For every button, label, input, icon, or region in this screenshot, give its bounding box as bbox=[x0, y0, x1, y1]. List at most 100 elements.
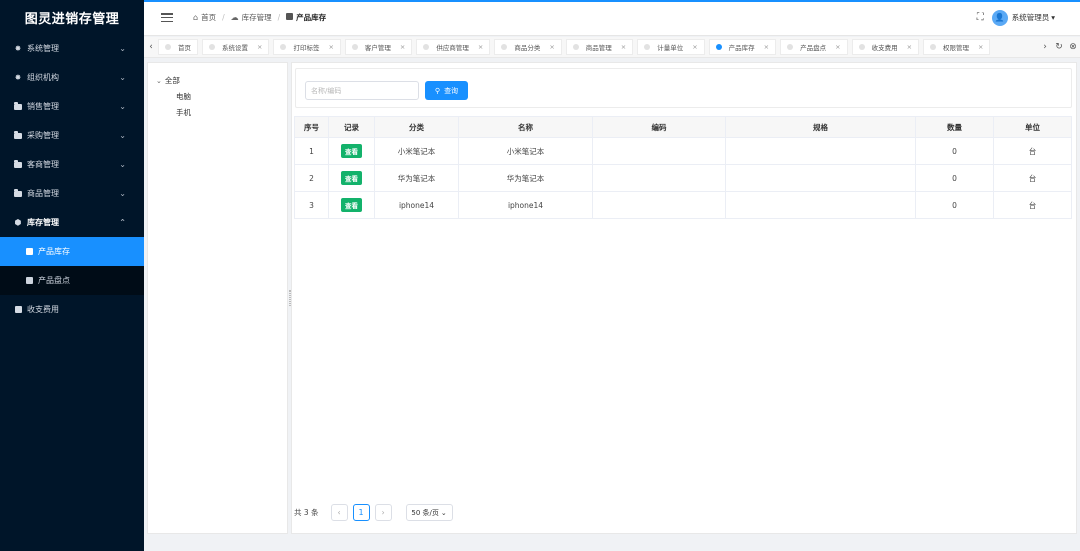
close-icon[interactable]: × bbox=[835, 43, 840, 51]
cell-unit: 台 bbox=[993, 191, 1072, 219]
tab-item[interactable]: 产品库存 × bbox=[708, 39, 777, 55]
close-icon[interactable]: × bbox=[907, 43, 912, 51]
sidebar-item-expenses[interactable]: 收支费用 bbox=[0, 295, 144, 324]
cell-name: 小米笔记本 bbox=[458, 137, 593, 165]
sidebar-subitem-product-stock[interactable]: 产品库存 bbox=[0, 237, 144, 266]
document-icon bbox=[286, 13, 294, 22]
stock-table: 序号 记录 分类 名称 编码 规格 数量 单位 1 查看 小米笔记本 小米笔记本… bbox=[294, 116, 1072, 219]
sidebar-item-sales[interactable]: 销售管理 ⌄ bbox=[0, 92, 144, 121]
tab-item[interactable]: 商品管理 × bbox=[565, 39, 634, 55]
close-icon[interactable]: × bbox=[692, 43, 697, 51]
menu-toggle-icon[interactable] bbox=[161, 13, 173, 22]
sidebar-item-label: 组织机构 bbox=[27, 73, 59, 82]
tab-item[interactable]: 首页 bbox=[158, 39, 198, 55]
chevron-down-icon: ⌄ bbox=[119, 102, 126, 111]
tab-item[interactable]: 权限管理 × bbox=[923, 39, 991, 55]
close-icon[interactable]: × bbox=[549, 43, 554, 51]
column-header: 记录 bbox=[328, 116, 375, 138]
tree-node-root[interactable]: ⌄ 全部 bbox=[156, 73, 279, 89]
cell-record: 查看 bbox=[328, 164, 375, 192]
prev-page-button[interactable]: ‹ bbox=[330, 504, 348, 521]
cell-unit: 台 bbox=[993, 137, 1072, 165]
search-icon: ⚲ bbox=[434, 86, 441, 95]
tab-status-dot-icon bbox=[209, 44, 215, 50]
tab-status-dot-icon bbox=[572, 44, 579, 50]
column-header: 编码 bbox=[592, 116, 726, 138]
fullscreen-icon[interactable]: ⛶ bbox=[977, 12, 984, 23]
tab-label: 打印标签 bbox=[293, 44, 320, 52]
tree-node-computer[interactable]: 电脑 bbox=[156, 89, 279, 105]
sidebar-item-inventory[interactable]: ⬢ 库存管理 ⌃ bbox=[0, 208, 144, 237]
chevron-down-icon[interactable]: ⌄ bbox=[156, 77, 162, 85]
cell-index: 2 bbox=[294, 164, 329, 192]
gear-icon: ✸ bbox=[14, 73, 22, 82]
cell-qty: 0 bbox=[915, 137, 994, 165]
search-input[interactable] bbox=[305, 81, 419, 100]
tabs-scroll-left-icon[interactable]: ‹ bbox=[144, 42, 158, 52]
page-size-select[interactable]: 50 条/页 ⌄ bbox=[405, 504, 453, 521]
next-page-button[interactable]: › bbox=[374, 504, 392, 521]
tab-label: 产品库存 bbox=[728, 44, 755, 52]
close-icon[interactable]: × bbox=[621, 43, 626, 51]
breadcrumb-parent[interactable]: 库存管理 bbox=[242, 12, 272, 23]
tab-item[interactable]: 商品分类 × bbox=[494, 39, 562, 55]
breadcrumb: ⌂ 首页 / ☁ 库存管理 / 产品库存 bbox=[193, 12, 326, 23]
sidebar-subitem-product-check[interactable]: 产品盘点 bbox=[0, 266, 144, 295]
tab-label: 收支费用 bbox=[871, 44, 898, 52]
sidebar-item-goods[interactable]: 商品管理 ⌄ bbox=[0, 179, 144, 208]
view-record-button[interactable]: 查看 bbox=[341, 171, 362, 185]
cell-spec bbox=[725, 164, 916, 192]
tab-status-dot-icon bbox=[423, 44, 430, 50]
close-icon[interactable]: × bbox=[400, 43, 405, 51]
close-icon[interactable]: × bbox=[978, 43, 983, 51]
sidebar-item-merchants[interactable]: 客商管理 ⌄ bbox=[0, 150, 144, 179]
cell-index: 3 bbox=[294, 191, 329, 219]
close-icon[interactable]: × bbox=[764, 43, 769, 51]
tab-label: 客户管理 bbox=[364, 44, 391, 52]
chevron-down-icon: ⌄ bbox=[119, 160, 126, 169]
cloud-icon: ☁ bbox=[230, 13, 239, 22]
tabs-scroll-right-icon[interactable]: › bbox=[1038, 42, 1052, 52]
search-button[interactable]: ⚲ 查询 bbox=[425, 81, 468, 100]
caret-down-icon[interactable]: ▾ bbox=[1051, 13, 1055, 22]
chevron-up-icon: ⌃ bbox=[119, 218, 126, 227]
cell-name: 华为笔记本 bbox=[458, 164, 593, 192]
cell-record: 查看 bbox=[328, 191, 375, 219]
tree-node-phone[interactable]: 手机 bbox=[156, 105, 279, 121]
table-row: 3 查看 iphone14 iphone14 0 台 bbox=[294, 191, 1072, 219]
sidebar-item-system[interactable]: ✸ 系统管理 ⌄ bbox=[0, 34, 144, 63]
close-all-icon[interactable]: ⊗ bbox=[1066, 42, 1080, 52]
top-header: ⌂ 首页 / ☁ 库存管理 / 产品库存 ⛶ 👤 系统管理员 ▾ bbox=[144, 0, 1080, 36]
tabs-tools: › ↻ ⊗ bbox=[1038, 42, 1080, 52]
close-icon[interactable]: × bbox=[478, 43, 483, 51]
tab-item[interactable]: 产品盘点 × bbox=[780, 39, 848, 55]
cell-category: 小米笔记本 bbox=[374, 137, 459, 165]
column-header: 名称 bbox=[458, 116, 593, 138]
sidebar-item-label: 收支费用 bbox=[27, 305, 59, 314]
tab-item[interactable]: 计量单位 × bbox=[637, 39, 705, 55]
column-header: 规格 bbox=[725, 116, 916, 138]
tab-item[interactable]: 系统设置 × bbox=[202, 39, 270, 55]
tab-item[interactable]: 打印标签 × bbox=[273, 39, 341, 55]
sidebar-item-label: 客商管理 bbox=[27, 160, 59, 169]
sidebar: 图灵进销存管理 ✸ 系统管理 ⌄ ✸ 组织机构 ⌄ 销售管理 ⌄ 采购管理 ⌄ … bbox=[0, 0, 144, 551]
pagination-total: 共 3 条 bbox=[294, 508, 319, 517]
tab-status-dot-icon bbox=[501, 44, 508, 50]
cell-qty: 0 bbox=[915, 164, 994, 192]
refresh-icon[interactable]: ↻ bbox=[1052, 42, 1066, 52]
view-record-button[interactable]: 查看 bbox=[341, 144, 362, 158]
view-record-button[interactable]: 查看 bbox=[341, 198, 362, 212]
chevron-down-icon: ⌄ bbox=[119, 73, 126, 82]
sidebar-item-organization[interactable]: ✸ 组织机构 ⌄ bbox=[0, 63, 144, 92]
avatar[interactable]: 👤 bbox=[991, 9, 1008, 26]
breadcrumb-home[interactable]: 首页 bbox=[201, 12, 216, 23]
tab-item[interactable]: 客户管理 × bbox=[344, 39, 413, 55]
page-number-button[interactable]: 1 bbox=[352, 504, 370, 521]
user-name[interactable]: 系统管理员 bbox=[1012, 12, 1050, 23]
sidebar-item-purchase[interactable]: 采购管理 ⌄ bbox=[0, 121, 144, 150]
tab-item[interactable]: 收支费用 × bbox=[851, 39, 920, 55]
main-panel: ⚲ 查询 序号 记录 分类 名称 编码 规格 数量 单位 1 查看 bbox=[291, 62, 1077, 534]
tab-item[interactable]: 供应商管理 × bbox=[416, 39, 491, 55]
close-icon[interactable]: × bbox=[328, 43, 333, 51]
close-icon[interactable]: × bbox=[257, 43, 262, 51]
